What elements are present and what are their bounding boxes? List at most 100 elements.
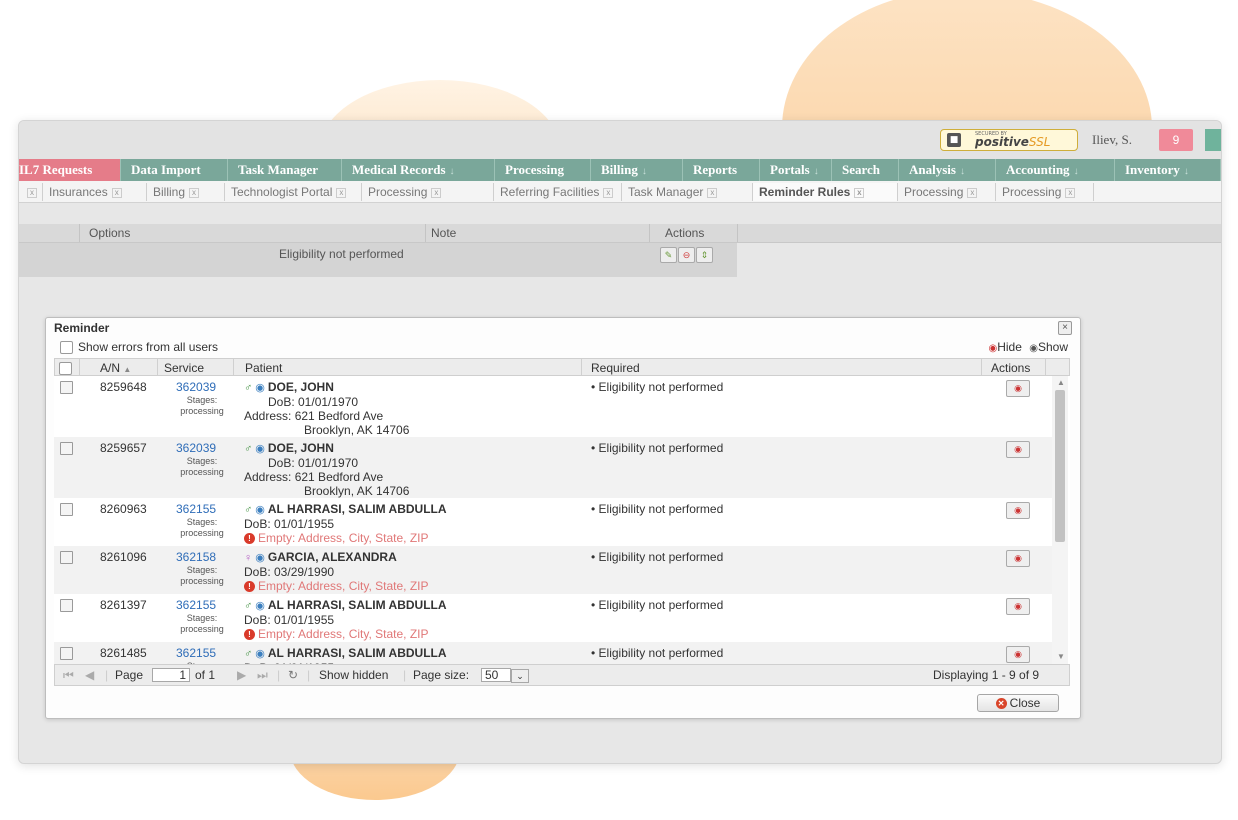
menu-item[interactable]: Analysis ↓ [899, 159, 996, 181]
tab[interactable]: Processing x [898, 183, 996, 201]
row-checkbox[interactable] [60, 442, 73, 455]
table-row[interactable]: 8261096 362158 Stages: processing ♀ ◉ GARCIA, … [54, 546, 1052, 594]
table-row[interactable]: 8260963 362155 Stages: processing ♂ ◉ AL HARRA… [54, 498, 1052, 546]
edit-icon[interactable]: ✎ [660, 247, 677, 263]
tab[interactable]: Reminder Rules x [753, 183, 898, 201]
column-header-actions[interactable]: Actions [991, 361, 1030, 375]
prev-page-icon[interactable]: ◀ [85, 668, 94, 682]
background-grid-row[interactable]: Eligibility not performed ✎ ⊖ ⇕ [19, 243, 737, 277]
tab[interactable]: Insurances x [43, 183, 147, 201]
patient-name[interactable]: GARCIA, ALEXANDRA [268, 550, 397, 564]
eye-hidden-icon[interactable]: ◉ [1006, 380, 1030, 397]
patient-name[interactable]: DOE, JOHN [268, 380, 334, 394]
column-header-an[interactable]: A/N ▲ [100, 361, 131, 375]
menu-item[interactable]: Medical Records ↓ [342, 159, 495, 181]
menu-item[interactable]: Reports [683, 159, 760, 181]
table-row[interactable]: 8261485362155Stages:processing♂◉AL HARRA… [54, 642, 1052, 664]
tab-close-icon[interactable]: x [967, 187, 978, 198]
service-link[interactable]: 362155 [176, 598, 216, 612]
close-button[interactable]: ✕ Close [977, 694, 1059, 712]
column-header-required[interactable]: Required [591, 361, 640, 375]
tab-close-icon[interactable]: x [336, 187, 347, 198]
tab[interactable]: Technologist Portal x [225, 183, 362, 201]
hide-show-controls: ◉Hide ◉Show [988, 340, 1068, 354]
eye-hidden-icon[interactable]: ◉ [1006, 502, 1030, 519]
tab-close-icon[interactable]: x [707, 187, 718, 198]
chevron-down-icon[interactable]: ⌄ [511, 669, 529, 683]
eye-hidden-icon[interactable]: ◉ [1006, 441, 1030, 458]
show-errors-checkbox[interactable] [60, 341, 73, 355]
tab[interactable]: Processing x [362, 183, 494, 201]
last-page-icon[interactable]: ⏭ [257, 668, 268, 683]
tab-close-icon[interactable]: x [111, 187, 122, 198]
delete-icon[interactable]: ⊖ [678, 247, 695, 263]
table-row[interactable]: 8261397 362155 Stages: processing ♂ ◉ AL HARRA… [54, 594, 1052, 642]
show-hidden-button[interactable]: Show hidden [319, 668, 388, 682]
refresh-icon[interactable]: ↻ [288, 668, 298, 682]
row-checkbox[interactable] [60, 599, 73, 612]
menu-item[interactable]: Task Manager [228, 159, 342, 181]
service-link[interactable]: 362155 [176, 646, 216, 660]
close-icon[interactable]: × [1058, 321, 1072, 335]
scroll-down-icon[interactable]: ▼ [1057, 652, 1065, 661]
dialog-title: Reminder [54, 321, 110, 335]
tab-label: Referring Facilities [500, 185, 600, 199]
patient-name[interactable]: AL HARRASI, SALIM ABDULLA [268, 598, 447, 612]
patient-name[interactable]: AL HARRASI, SALIM ABDULLA [268, 646, 447, 660]
service-link[interactable]: 362155 [176, 502, 216, 516]
patient-name[interactable]: AL HARRASI, SALIM ABDULLA [268, 502, 447, 516]
menu-item[interactable]: IL7 Requests [19, 159, 121, 181]
row-checkbox[interactable] [60, 647, 73, 660]
table-row[interactable]: 8259657 362039 Stages: processing ♂ ◉ DOE, JOH… [54, 437, 1052, 498]
first-page-icon[interactable]: ⏮ [63, 668, 74, 683]
column-divider [233, 359, 234, 375]
scroll-thumb[interactable] [1055, 390, 1065, 542]
select-all-checkbox[interactable] [59, 362, 72, 376]
tab-overflow[interactable]: x [19, 183, 43, 201]
grid-scrollbar[interactable]: ▲ ▼ [1052, 376, 1068, 664]
show-button[interactable]: Show [1038, 340, 1068, 354]
eye-hidden-icon[interactable]: ◉ [1006, 646, 1030, 663]
row-checkbox[interactable] [60, 381, 73, 394]
next-page-icon[interactable]: ▶ [237, 668, 246, 682]
eye-hidden-icon[interactable]: ◉ [1006, 550, 1030, 567]
row-checkbox[interactable] [60, 503, 73, 516]
tab[interactable]: Billing x [147, 183, 225, 201]
menu-item[interactable]: Processing [495, 159, 591, 181]
column-header-patient[interactable]: Patient [245, 361, 282, 375]
eye-hidden-icon[interactable]: ◉ [1006, 598, 1030, 615]
service-link[interactable]: 362039 [176, 380, 216, 394]
show-errors-checkbox-label[interactable]: Show errors from all users [60, 340, 218, 355]
tab-close-icon[interactable]: x [27, 187, 37, 198]
column-header-service[interactable]: Service [164, 361, 204, 375]
table-row[interactable]: 8259648 362039 Stages: processing ♂ ◉ DOE, JOH… [54, 376, 1052, 437]
notification-badge[interactable]: 9 [1159, 129, 1193, 151]
scroll-up-icon[interactable]: ▲ [1057, 378, 1065, 387]
hide-button[interactable]: Hide [997, 340, 1022, 354]
tab-label: Processing [1002, 185, 1062, 199]
menu-item[interactable]: Accounting ↓ [996, 159, 1115, 181]
tab-close-icon[interactable]: x [431, 187, 442, 198]
header-extra[interactable] [1205, 129, 1221, 151]
tab[interactable]: Processing x [996, 183, 1094, 201]
tab-close-icon[interactable]: x [603, 187, 614, 198]
service-link[interactable]: 362158 [176, 550, 216, 564]
menu-item[interactable]: Data Import [121, 159, 228, 181]
tab[interactable]: Task Manager x [622, 183, 753, 201]
row-checkbox[interactable] [60, 551, 73, 564]
service-link[interactable]: 362039 [176, 441, 216, 455]
tab[interactable]: Referring Facilities x [494, 183, 622, 201]
tab-close-icon[interactable]: x [1065, 187, 1076, 198]
tab-close-icon[interactable]: x [854, 187, 865, 198]
menu-item[interactable]: Billing ↓ [591, 159, 683, 181]
page-size-select[interactable]: 50 [481, 668, 511, 682]
menu-item[interactable]: Inventory ↓ [1115, 159, 1221, 181]
page-input[interactable]: 1 [152, 668, 190, 682]
tab-close-icon[interactable]: x [189, 187, 200, 198]
move-icon[interactable]: ⇕ [696, 247, 713, 263]
menu-item[interactable]: Search [832, 159, 899, 181]
user-name[interactable]: Iliev, S. [1092, 132, 1132, 148]
menu-item[interactable]: Portals ↓ [760, 159, 832, 181]
address-label: Address: [244, 409, 292, 423]
patient-name[interactable]: DOE, JOHN [268, 441, 334, 455]
